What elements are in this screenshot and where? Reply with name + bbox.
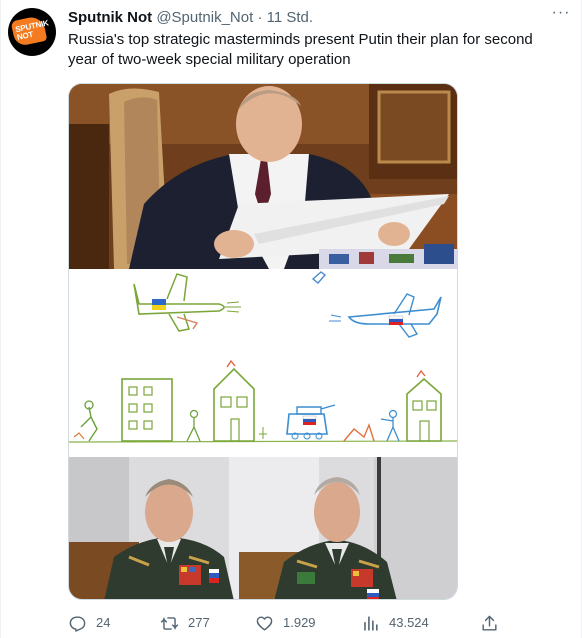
tweet-header: Sputnik Not @Sputnik_Not · 11 Std. [68,9,313,27]
media-photo-top [69,84,457,269]
media-drawing [69,269,457,457]
like-button[interactable]: 1.929 [255,612,316,634]
media-photo-bottom [69,457,457,599]
share-icon [482,615,497,631]
reply-button[interactable]: 24 [68,612,110,634]
like-icon [256,615,273,631]
tweet-text: Russia's top strategic masterminds prese… [68,31,533,68]
header-separator: · [257,9,263,26]
retweet-button[interactable]: 277 [160,612,210,634]
views-count: 43.524 [389,615,429,630]
reply-count: 24 [96,615,111,630]
drawing-battle-scene [69,271,457,443]
tweet-card[interactable]: SPUTNIK NOT Sputnik Not @Sputnik_Not · 1… [0,0,582,638]
more-icon[interactable]: ··· [549,5,573,26]
tweet-timestamp[interactable]: 11 Std. [267,9,313,26]
like-count: 1.929 [283,615,316,630]
views-icon [364,615,378,631]
photo-officers [69,457,457,599]
retweet-icon [160,616,179,630]
avatar[interactable]: SPUTNIK NOT [8,8,56,56]
retweet-count: 277 [188,615,210,630]
share-button[interactable] [480,612,508,634]
photo-reading-papers [69,84,457,269]
views-button[interactable]: 43.524 [361,612,429,634]
tweet-actions: 24 277 1.929 43.524 [68,612,508,634]
author-name[interactable]: Sputnik Not [68,9,152,26]
author-handle[interactable]: @Sputnik_Not [156,9,253,26]
tweet-media[interactable] [68,83,458,600]
reply-icon [69,615,86,632]
